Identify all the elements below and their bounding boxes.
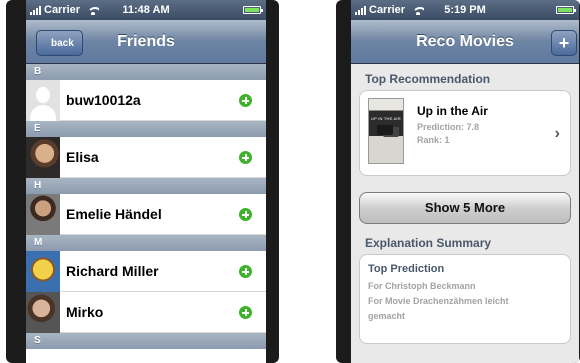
friend-name: buw10012a [66, 92, 141, 108]
section-header-b: B [26, 64, 266, 80]
movie-title: Up in the Air [417, 104, 488, 118]
chevron-right-icon: › [554, 125, 560, 142]
status-bar: Carrier 5:19 PM [351, 0, 579, 20]
friend-row[interactable]: Richard Miller [26, 250, 266, 292]
page-title: Reco Movies [416, 32, 514, 50]
reco-navbar: Reco Movies + [351, 20, 579, 64]
carrier-indicator: Carrier [30, 4, 100, 16]
section-header-m: M [26, 235, 266, 251]
explanation-title: Top Prediction [368, 263, 445, 275]
friend-name: Elisa [66, 149, 99, 165]
wifi-icon [87, 6, 100, 15]
add-friend-icon[interactable] [239, 151, 252, 164]
section-header-h: H [26, 178, 266, 194]
friend-name: Emelie Händel [66, 206, 162, 222]
reco-phone: Carrier 5:19 PM Reco Movies + Top Recomm… [336, 0, 580, 363]
add-button[interactable]: + [551, 30, 577, 56]
app-comparison: Carrier 11:48 AM back Friends B buw10012… [0, 0, 580, 363]
avatar [26, 250, 60, 292]
add-friend-icon[interactable] [239, 306, 252, 319]
default-avatar-icon [26, 79, 60, 121]
battery-icon [243, 6, 263, 14]
status-bar: Carrier 11:48 AM [26, 0, 266, 20]
battery-icon [556, 6, 576, 14]
page-title: Friends [117, 32, 175, 50]
friend-row[interactable]: Elisa [26, 136, 266, 178]
movie-rank: Rank: 1 [417, 135, 450, 145]
friend-name: Mirko [66, 304, 104, 320]
wifi-icon [412, 6, 425, 15]
section-header-e: E [26, 121, 266, 137]
movie-poster [368, 98, 404, 164]
signal-icon [355, 5, 366, 15]
explanation-line: For Christoph Beckmann [368, 281, 476, 291]
friends-navbar: back Friends [26, 20, 266, 64]
explanation-summary-heading: Explanation Summary [365, 236, 492, 250]
section-header-s: S [26, 333, 266, 349]
add-friend-icon[interactable] [239, 265, 252, 278]
show-more-button[interactable]: Show 5 More [359, 192, 571, 224]
friend-row[interactable] [26, 349, 266, 363]
carrier-label: Carrier [44, 4, 81, 16]
back-button[interactable]: back [36, 30, 83, 56]
top-recommendation-heading: Top Recommendation [365, 72, 491, 86]
friend-row[interactable]: Mirko [26, 291, 266, 333]
explanation-line: gemacht [368, 311, 406, 321]
carrier-label: Carrier [369, 4, 406, 16]
add-friend-icon[interactable] [239, 94, 252, 107]
movie-card[interactable]: Up in the Air Prediction: 7.8 Rank: 1 › [359, 90, 571, 176]
explanation-line: For Movie Drachenzähmen leicht [368, 296, 509, 306]
friends-list: B buw10012a E Elisa H Emelie Händel M Ri… [26, 64, 266, 363]
explanation-card: Top Prediction For Christoph Beckmann Fo… [359, 254, 571, 344]
avatar [26, 136, 60, 178]
reco-screen: Carrier 5:19 PM Reco Movies + Top Recomm… [351, 0, 579, 363]
friend-row[interactable]: Emelie Händel [26, 193, 266, 235]
avatar [26, 291, 60, 333]
friend-row[interactable]: buw10012a [26, 79, 266, 121]
avatar [26, 193, 60, 235]
signal-icon [30, 5, 41, 15]
friends-phone: Carrier 11:48 AM back Friends B buw10012… [6, 0, 279, 363]
friends-screen: Carrier 11:48 AM back Friends B buw10012… [26, 0, 266, 363]
friend-name: Richard Miller [66, 263, 159, 279]
movie-prediction: Prediction: 7.8 [417, 122, 480, 132]
carrier-indicator: Carrier [355, 4, 425, 16]
add-friend-icon[interactable] [239, 208, 252, 221]
